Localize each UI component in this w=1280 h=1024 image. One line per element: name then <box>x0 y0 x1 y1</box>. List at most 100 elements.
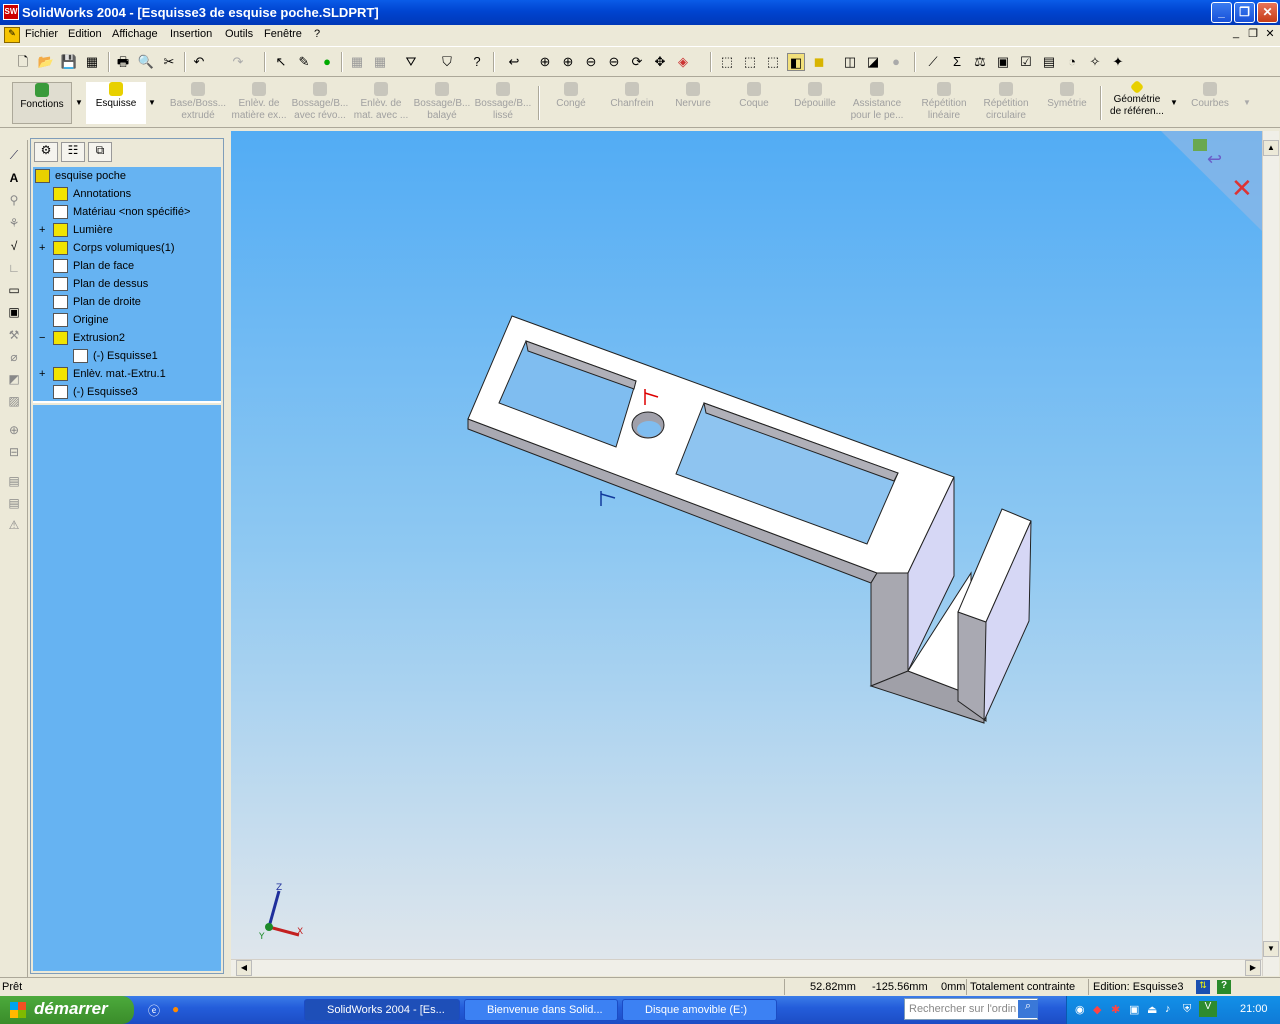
save-icon[interactable]: 💾 <box>60 53 78 71</box>
featuremanager-tab-icon[interactable]: ⚙ <box>34 142 58 162</box>
expand-icon[interactable]: + <box>39 224 45 236</box>
wireframe-icon[interactable]: ⬚ <box>718 53 736 71</box>
tray-antivirus-icon[interactable]: ◆ <box>1093 1003 1101 1016</box>
courbes-button[interactable]: Courbes <box>1186 82 1234 110</box>
zoom-in-out-icon[interactable]: ⊖ <box>582 53 600 71</box>
filter-toggle-icon[interactable]: ⛉ <box>438 53 456 71</box>
previous-view-icon[interactable]: ↩ <box>505 53 523 71</box>
tray-app-icon[interactable]: ✱ <box>1111 1003 1120 1016</box>
scroll-up-arrow-icon[interactable]: ▲ <box>1263 140 1279 156</box>
document-icon[interactable]: ✎ <box>4 27 20 43</box>
geometric-tolerance-icon[interactable]: ▭ <box>6 283 22 299</box>
taskbar-item-bienvenue[interactable]: Bienvenue dans Solid... <box>464 999 618 1021</box>
tray-vc-icon[interactable]: V <box>1199 1001 1217 1017</box>
ie-quicklaunch-icon[interactable]: ⓔ <box>148 1002 160 1019</box>
menu-help[interactable]: ? <box>314 28 320 40</box>
pan-icon[interactable]: ✥ <box>651 53 669 71</box>
expand-icon[interactable]: + <box>39 368 45 380</box>
surface-finish-icon[interactable]: ◩ <box>6 372 22 388</box>
weld-symbol-icon[interactable]: ⚒ <box>6 328 22 344</box>
realview-icon[interactable]: ● <box>887 53 905 71</box>
grid-icon[interactable]: ▦ <box>348 53 366 71</box>
cmd-button-6[interactable]: Congé <box>541 82 601 110</box>
doc-close-button[interactable]: ✕ <box>1262 27 1278 41</box>
tree-node-label[interactable]: Extrusion2 <box>73 332 125 344</box>
tree-node-label[interactable]: Plan de face <box>73 260 134 272</box>
help-status-icon[interactable]: ? <box>1217 980 1231 994</box>
center-mark-icon[interactable]: ⊕ <box>6 423 22 439</box>
graphics-viewport[interactable]: ↩ ✕ Z X Y <box>231 131 1262 959</box>
note-icon[interactable]: ⚲ <box>6 193 22 209</box>
tree-node-label[interactable]: Enlèv. mat.-Extru.1 <box>73 368 166 380</box>
menu-outils[interactable]: Outils <box>225 28 253 40</box>
cmd-button-14[interactable]: Symétrie <box>1036 82 1098 110</box>
sketch-pencil-icon[interactable]: ✎ <box>295 53 313 71</box>
rebuild-status-icon[interactable]: ⇅ <box>1196 980 1210 994</box>
hidden-lines-removed-icon[interactable]: ⬚ <box>764 53 782 71</box>
search-go-icon[interactable]: ⌕ <box>1018 1000 1038 1018</box>
hole-callout-icon[interactable]: ⌀ <box>6 350 22 366</box>
zoom-selection-icon[interactable]: ⊖ <box>605 53 623 71</box>
menu-edition[interactable]: Edition <box>68 28 102 40</box>
cmd-button-3[interactable]: Enlèv. de mat. avec ... <box>351 82 411 122</box>
start-button[interactable]: démarrer <box>0 996 134 1024</box>
selection-filter-icon[interactable]: ⛛ <box>402 53 420 71</box>
import-diagnostics-icon[interactable]: ▤ <box>1040 53 1058 71</box>
taskbar-item-solidworks[interactable]: SolidWorks 2004 - [Es... <box>304 999 460 1021</box>
callout-icon[interactable]: ▤ <box>6 474 22 490</box>
tree-node-label[interactable]: Matériau <non spécifié> <box>73 206 190 218</box>
section-view-icon[interactable]: ◫ <box>841 53 859 71</box>
geometrie-reference-button[interactable]: Géométrie de référen... <box>1106 79 1168 118</box>
text-icon[interactable]: A <box>6 171 22 187</box>
perspective-icon[interactable]: ◪ <box>864 53 882 71</box>
section-properties-icon[interactable]: ▣ <box>994 53 1012 71</box>
doc-restore-button[interactable]: ❐ <box>1245 27 1261 41</box>
hatch-icon[interactable]: ▨ <box>6 394 22 410</box>
flag-icon[interactable]: ▤ <box>6 496 22 512</box>
cmd-button-7[interactable]: Chanfrein <box>602 82 662 110</box>
shaded-edges-icon[interactable]: ◧ <box>787 53 805 71</box>
statistics-icon[interactable]: ◔ <box>1063 53 1081 71</box>
cmd-button-4[interactable]: Bossage/B... balayé <box>412 82 472 122</box>
cmd-button-0[interactable]: Base/Boss... extrudé <box>168 82 228 122</box>
horizontal-scrollbar[interactable]: ◀ ▶ <box>231 959 1262 976</box>
whats-this-help-icon[interactable]: ? <box>468 53 486 71</box>
scroll-right-arrow-icon[interactable]: ▶ <box>1245 960 1261 976</box>
mass-properties-icon[interactable]: ⚖ <box>971 53 989 71</box>
exit-sketch-icon[interactable] <box>1193 139 1207 151</box>
chevron-down-icon[interactable]: ▼ <box>75 98 83 107</box>
block-icon[interactable]: ⊟ <box>6 445 22 461</box>
rotate-view-icon[interactable]: ⟳ <box>628 53 646 71</box>
tray-network-icon[interactable]: ◉ <box>1075 1003 1085 1016</box>
datum-icon[interactable]: ∟ <box>6 261 22 277</box>
print-icon[interactable]: 🖶 <box>114 53 132 71</box>
configurationmanager-tab-icon[interactable]: ⧉ <box>88 142 112 162</box>
cmd-button-9[interactable]: Coque <box>724 82 784 110</box>
cmd-button-1[interactable]: Enlèv. de matière ex... <box>229 82 289 122</box>
cmd-button-8[interactable]: Nervure <box>663 82 723 110</box>
minimize-button[interactable]: _ <box>1211 2 1232 23</box>
tree-node-label[interactable]: Annotations <box>73 188 131 200</box>
zoom-area-icon[interactable]: ⊕ <box>559 53 577 71</box>
datum-target-icon[interactable]: ▣ <box>6 305 22 321</box>
view-orientation-icon[interactable]: ◈ <box>674 53 692 71</box>
chevron-down-icon[interactable]: ▼ <box>148 98 156 107</box>
taskbar-item-disque[interactable]: Disque amovible (E:) <box>622 999 777 1021</box>
fonctions-tab-button[interactable]: Fonctions <box>12 82 72 124</box>
open-icon[interactable]: 📂 <box>37 53 55 71</box>
save-all-icon[interactable]: ▦ <box>83 53 101 71</box>
rebuild-icon[interactable]: ● <box>318 53 336 71</box>
scroll-left-arrow-icon[interactable]: ◀ <box>236 960 252 976</box>
measure-icon[interactable]: ⟋ <box>924 53 942 71</box>
cut-icon[interactable]: ✂ <box>160 53 178 71</box>
chevron-down-icon[interactable]: ▼ <box>1243 98 1251 107</box>
cmd-button-5[interactable]: Bossage/B... lissé <box>473 82 533 122</box>
tray-display-icon[interactable]: ▣ <box>1129 1003 1139 1016</box>
cmd-button-10[interactable]: Dépouille <box>785 82 845 110</box>
chevron-down-icon[interactable]: ▼ <box>1170 98 1178 107</box>
cmd-button-13[interactable]: Répétition circulaire <box>975 82 1037 122</box>
select-pointer-icon[interactable]: ↖ <box>272 53 290 71</box>
tree-node-label[interactable]: Corps volumiques(1) <box>73 242 174 254</box>
smart-dimension-icon[interactable]: ⟋ <box>6 148 22 164</box>
tree-node-label[interactable]: Lumière <box>73 224 113 236</box>
